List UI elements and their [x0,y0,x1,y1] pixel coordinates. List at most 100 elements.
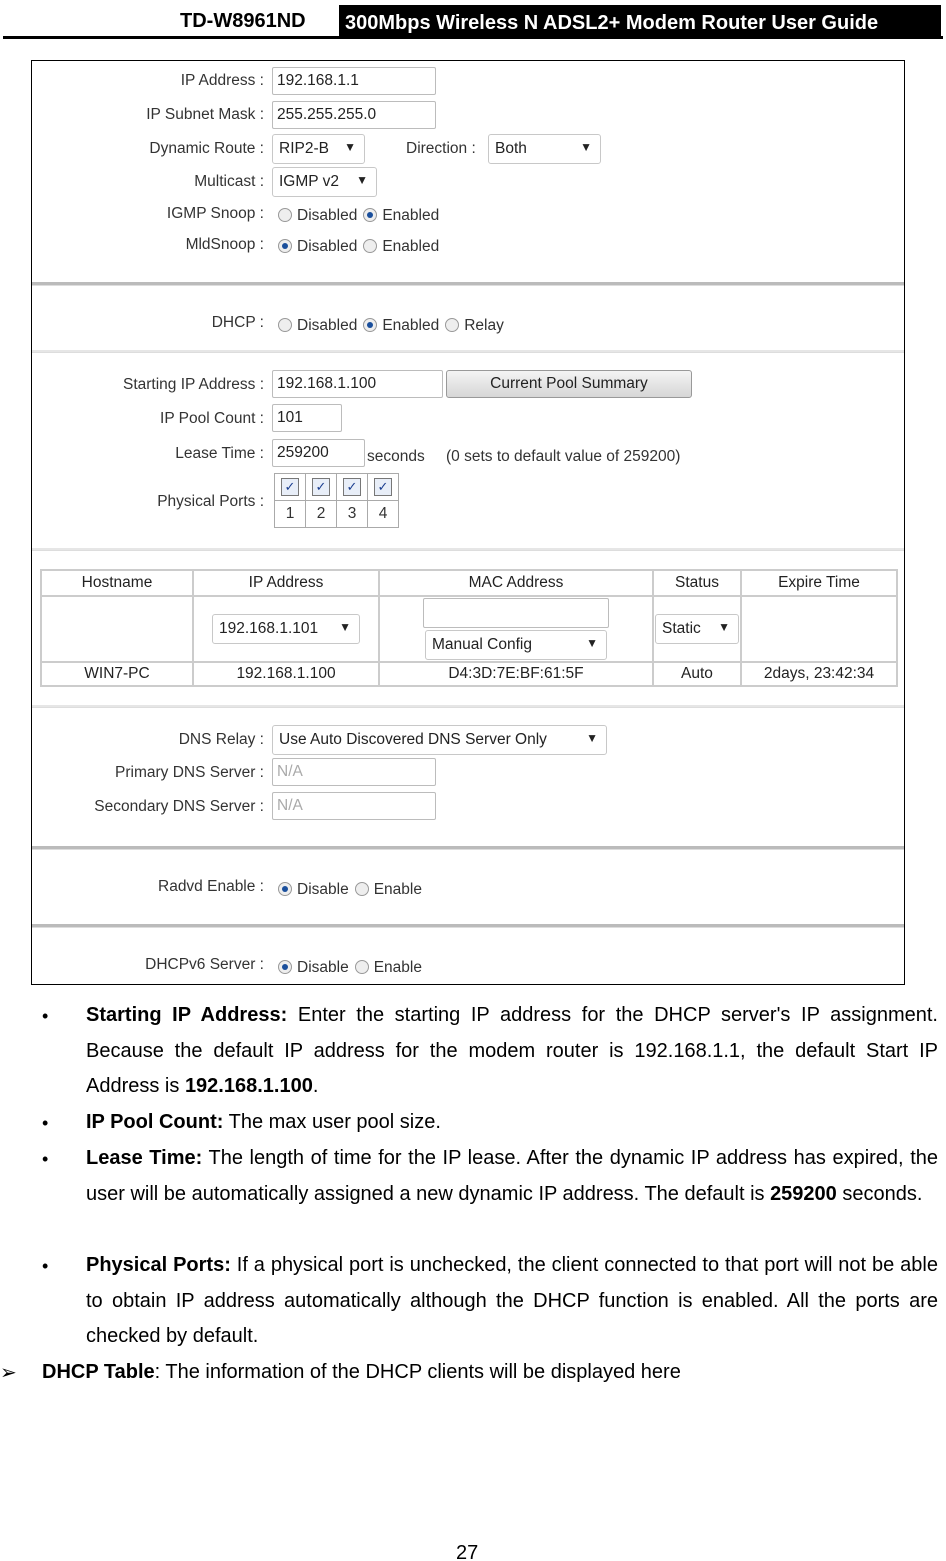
igmp-disabled-radio[interactable] [278,208,292,222]
pool-count-input[interactable]: 101 [272,404,342,432]
lease-time-input[interactable]: 259200 [272,439,365,467]
dhcp-radios: Disabled Enabled Relay [272,317,504,335]
dynamic-route-label: Dynamic Route : [149,140,264,157]
dhcpv6-enable-radio[interactable] [354,960,369,974]
term: DHCP Table [42,1361,155,1383]
chevron-down-icon: ▼ [356,173,368,187]
arrow-bullet-icon: ➢ [0,1362,17,1384]
cell-mac: D4:3D:7E:BF:61:5F [378,661,654,687]
bullet-icon: • [42,1256,49,1276]
bullet-icon: • [42,1149,49,1169]
subnet-input[interactable]: 255.255.255.0 [272,101,436,129]
port-4-checkbox[interactable]: ✓ [374,478,392,496]
bullet-starting-ip: Starting IP Address: Enter the starting … [86,998,938,1105]
section-divider [32,282,904,286]
primary-dns-input[interactable]: N/A [272,758,436,786]
lan-settings-screenshot: IP Address : 192.168.1.1 IP Subnet Mask … [31,60,905,985]
radio-label: Enable [373,959,422,976]
col-ip: IP Address [192,569,380,597]
secondary-dns-input[interactable]: N/A [272,792,436,820]
term: Lease Time: [86,1147,203,1169]
port-3-checkbox[interactable]: ✓ [343,478,361,496]
radvd-label: Radvd Enable : [158,878,264,895]
chevron-down-icon: ▼ [580,140,592,154]
dhcp-table-item: DHCP Table: The information of the DHCP … [42,1355,938,1391]
dhcp-enabled-radio[interactable] [363,318,378,332]
section-divider [32,846,904,850]
table-row: WIN7-PC 192.168.1.100 D4:3D:7E:BF:61:5F … [40,661,898,687]
igmp-snoop-radios: Disabled Enabled [272,207,439,225]
current-pool-summary-button[interactable]: Current Pool Summary [446,370,692,398]
mld-disabled-radio[interactable] [278,239,292,253]
secondary-dns-label: Secondary DNS Server : [94,798,264,815]
direction-value: Both [495,140,527,157]
radio-label: Enabled [382,238,440,255]
col-status: Status [652,569,742,597]
document-page: TD-W8961ND 300Mbps Wireless N ADSL2+ Mod… [0,0,946,1561]
ip-select-value: 192.168.1.101 [219,620,319,637]
edit-row: 192.168.1.101 ▼ Manual Config ▼ Static ▼ [40,595,898,663]
radio-label: Relay [464,317,504,334]
port-1-checkbox[interactable]: ✓ [281,478,299,496]
dhcpv6-disable-radio[interactable] [278,960,292,974]
dynamic-route-value: RIP2-B [279,140,329,157]
mac-mode-select[interactable]: Manual Config ▼ [425,630,607,660]
bullet-pool-count: IP Pool Count: The max user pool size. [86,1105,938,1141]
col-expire: Expire Time [740,569,898,597]
section-divider [32,705,904,708]
direction-select[interactable]: Both ▼ [488,134,601,164]
igmp-snoop-label: IGMP Snoop : [166,205,264,222]
ip-address-label: IP Address : [180,72,264,89]
starting-ip-input[interactable]: 192.168.1.100 [272,370,443,398]
multicast-label: Multicast : [194,173,264,190]
pool-count-label: IP Pool Count : [160,410,264,427]
dhcp-disabled-radio[interactable] [278,318,292,332]
col-mac: MAC Address [378,569,654,597]
page-number: 27 [456,1542,479,1561]
radio-label: Disable [297,959,349,976]
port-2-checkbox[interactable]: ✓ [312,478,330,496]
tail: . [312,1075,319,1097]
subnet-label: IP Subnet Mask : [146,106,264,123]
dns-relay-label: DNS Relay : [178,731,264,748]
primary-dns-label: Primary DNS Server : [115,764,264,781]
dhcpv6-radios: Disable Enable [272,959,422,977]
dhcp-relay-radio[interactable] [445,318,460,332]
physical-ports-table: ✓ ✓ ✓ ✓ 1234 [274,473,399,528]
dhcp-table: Hostname IP Address MAC Address Status E… [40,569,898,687]
cell-hostname: WIN7-PC [40,661,194,687]
ip-address-input[interactable]: 192.168.1.1 [272,67,436,95]
ip-select[interactable]: 192.168.1.101 ▼ [212,614,360,644]
value: 259200 [770,1182,837,1205]
bullet-icon: • [42,1113,49,1133]
mld-snoop-radios: Disabled Enabled [272,238,439,256]
desc: : The information of the DHCP clients wi… [154,1361,681,1383]
cell-expire: 2days, 23:42:34 [740,661,898,687]
igmp-enabled-radio[interactable] [363,208,378,222]
radvd-enable-radio[interactable] [354,882,369,896]
chevron-down-icon: ▼ [718,620,730,634]
mld-enabled-radio[interactable] [363,239,378,253]
dns-relay-select[interactable]: Use Auto Discovered DNS Server Only ▼ [272,725,607,755]
chevron-down-icon: ▼ [344,140,356,154]
bullet-physical-ports: Physical Ports: If a physical port is un… [86,1248,938,1355]
direction-label: Direction : [406,140,476,157]
port-number: 3 [336,500,368,528]
mac-input[interactable] [423,598,609,628]
term: Starting IP Address: [86,1004,288,1026]
status-select[interactable]: Static ▼ [655,614,739,644]
section-divider [32,548,904,551]
section-divider [32,350,904,353]
radvd-disable-radio[interactable] [278,882,292,896]
dhcpv6-label: DHCPv6 Server : [145,956,264,973]
bullet-lease-time: Lease Time: The length of time for the I… [86,1141,938,1212]
col-hostname: Hostname [40,569,194,597]
starting-ip-label: Starting IP Address : [122,376,264,393]
dynamic-route-select[interactable]: RIP2-B ▼ [272,134,365,164]
bullet-icon: • [42,1006,49,1026]
radvd-radios: Disable Enable [272,881,422,899]
multicast-select[interactable]: IGMP v2 ▼ [272,167,377,197]
physical-ports-label: Physical Ports : [157,493,264,510]
lease-unit: seconds [367,448,425,465]
chevron-down-icon: ▼ [586,731,598,745]
